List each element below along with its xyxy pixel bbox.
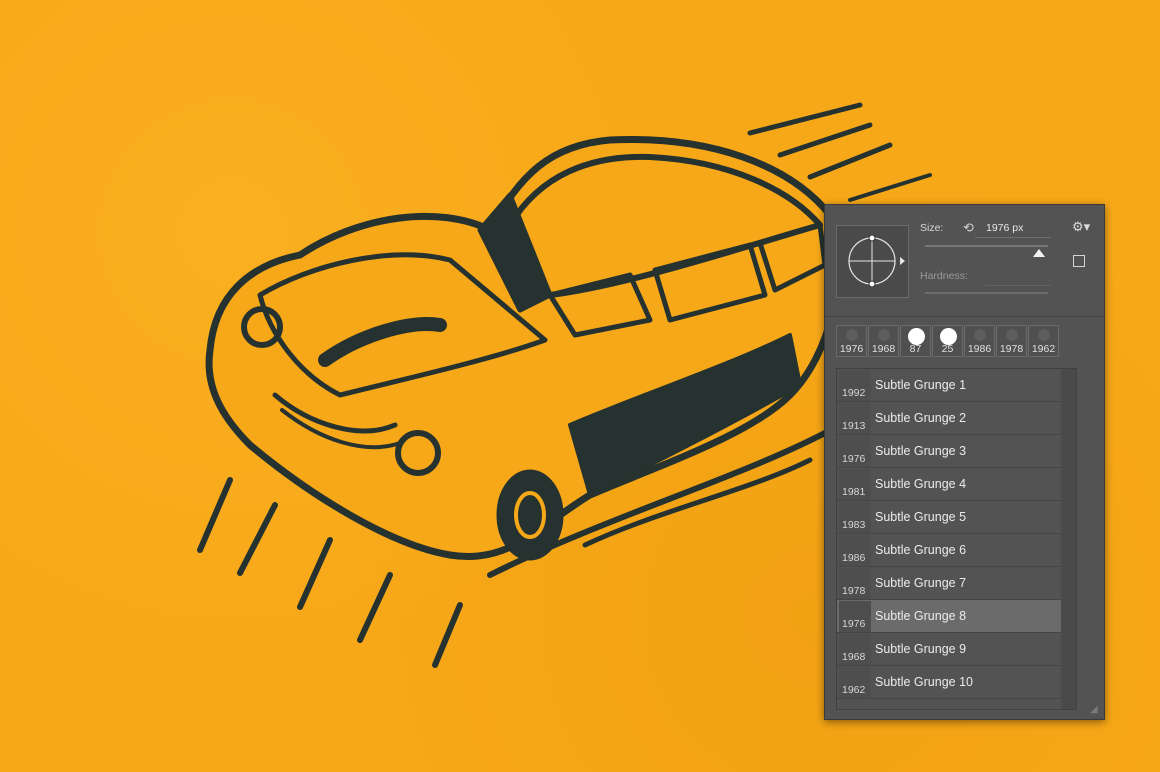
recent-brush-size: 1978 — [999, 343, 1024, 355]
recent-brush-size: 1976 — [839, 343, 864, 355]
recent-brush[interactable]: 87 — [900, 325, 931, 357]
hardness-input[interactable] — [985, 285, 1051, 286]
size-slider-thumb[interactable] — [1033, 249, 1046, 257]
resize-grip-icon[interactable]: ◢ — [1090, 705, 1100, 715]
brush-preset-item[interactable]: 1913 Subtle Grunge 2 — [837, 402, 1062, 435]
brush-thumbnail-icon — [1038, 329, 1050, 341]
brush-preset-item[interactable]: 1981 Subtle Grunge 4 — [837, 468, 1062, 501]
reset-icon[interactable]: ⟲ — [963, 221, 977, 235]
preset-size: 1992 — [842, 387, 866, 399]
brush-preset-item[interactable]: 1986 Subtle Grunge 6 — [837, 534, 1062, 567]
preset-name: Subtle Grunge 5 — [875, 510, 967, 524]
preset-name: Subtle Grunge 3 — [875, 444, 967, 458]
recent-brush[interactable]: 1986 — [964, 325, 995, 357]
preset-size: 1962 — [842, 684, 866, 696]
preset-size: 1968 — [842, 651, 866, 663]
preset-name: Subtle Grunge 2 — [875, 411, 967, 425]
preset-name: Subtle Grunge 4 — [875, 477, 967, 491]
brush-thumbnail-icon — [846, 329, 858, 341]
brush-preset-item[interactable]: 1976 Subtle Grunge 8 — [837, 600, 1062, 633]
brush-preset-list: 1992 Subtle Grunge 1 1913 Subtle Grunge 2 19… — [836, 368, 1063, 710]
recent-brush-size: 1968 — [871, 343, 896, 355]
list-scrollbar[interactable] — [1061, 368, 1077, 710]
brush-preset-item[interactable]: 1978 Subtle Grunge 7 — [837, 567, 1062, 600]
panel-divider — [825, 316, 1104, 317]
recent-brush[interactable]: 25 — [932, 325, 963, 357]
recent-brush-size: 25 — [941, 343, 954, 355]
brush-preset-item[interactable]: 1976 Subtle Grunge 3 — [837, 435, 1062, 468]
preset-name: Subtle Grunge 1 — [875, 378, 967, 392]
brush-preset-item[interactable]: 1962 Subtle Grunge 10 — [837, 666, 1062, 699]
recent-brush-size: 87 — [909, 343, 922, 355]
brush-preset-item[interactable]: 1983 Subtle Grunge 5 — [837, 501, 1062, 534]
recent-brush[interactable]: 1976 — [836, 325, 867, 357]
hardness-label: Hardness: — [920, 270, 968, 282]
preset-name: Subtle Grunge 7 — [875, 576, 967, 590]
preset-size: 1976 — [842, 618, 866, 630]
preset-size: 1981 — [842, 486, 866, 498]
brush-preset-item[interactable]: 1992 Subtle Grunge 1 — [837, 369, 1062, 402]
preset-name: Subtle Grunge 10 — [875, 675, 973, 689]
recent-brush[interactable]: 1968 — [868, 325, 899, 357]
size-slider[interactable] — [925, 245, 1048, 247]
new-preset-icon[interactable] — [1073, 255, 1085, 267]
recent-brushes: 1976 1968 87 25 1986 1978 1962 — [836, 325, 1060, 357]
preset-name: Subtle Grunge 8 — [875, 609, 967, 623]
preset-name: Subtle Grunge 9 — [875, 642, 967, 656]
preset-size: 1986 — [842, 552, 866, 564]
preset-name: Subtle Grunge 6 — [875, 543, 967, 557]
brush-thumbnail-icon — [974, 329, 986, 341]
recent-brush-size: 1986 — [967, 343, 992, 355]
brush-preset-panel: Size: ⟲ 1976 px Hardness: ⚙▾ 1976 1968 87 2… — [824, 204, 1105, 720]
brush-preset-item[interactable]: 1968 Subtle Grunge 9 — [837, 633, 1062, 666]
brush-tip-preview[interactable] — [836, 225, 909, 298]
hardness-slider[interactable] — [925, 292, 1048, 294]
recent-brush[interactable]: 1978 — [996, 325, 1027, 357]
recent-brush[interactable]: 1962 — [1028, 325, 1059, 357]
size-input-underline — [975, 237, 1051, 238]
preset-size: 1913 — [842, 420, 866, 432]
size-label: Size: — [920, 222, 944, 234]
gear-icon[interactable]: ⚙▾ — [1072, 219, 1090, 235]
size-input[interactable]: 1976 px — [986, 222, 1023, 234]
recent-brush-size: 1962 — [1031, 343, 1056, 355]
preset-size: 1983 — [842, 519, 866, 531]
preset-size: 1978 — [842, 585, 866, 597]
brush-thumbnail-icon — [1006, 329, 1018, 341]
preset-size: 1976 — [842, 453, 866, 465]
brush-thumbnail-icon — [878, 329, 890, 341]
